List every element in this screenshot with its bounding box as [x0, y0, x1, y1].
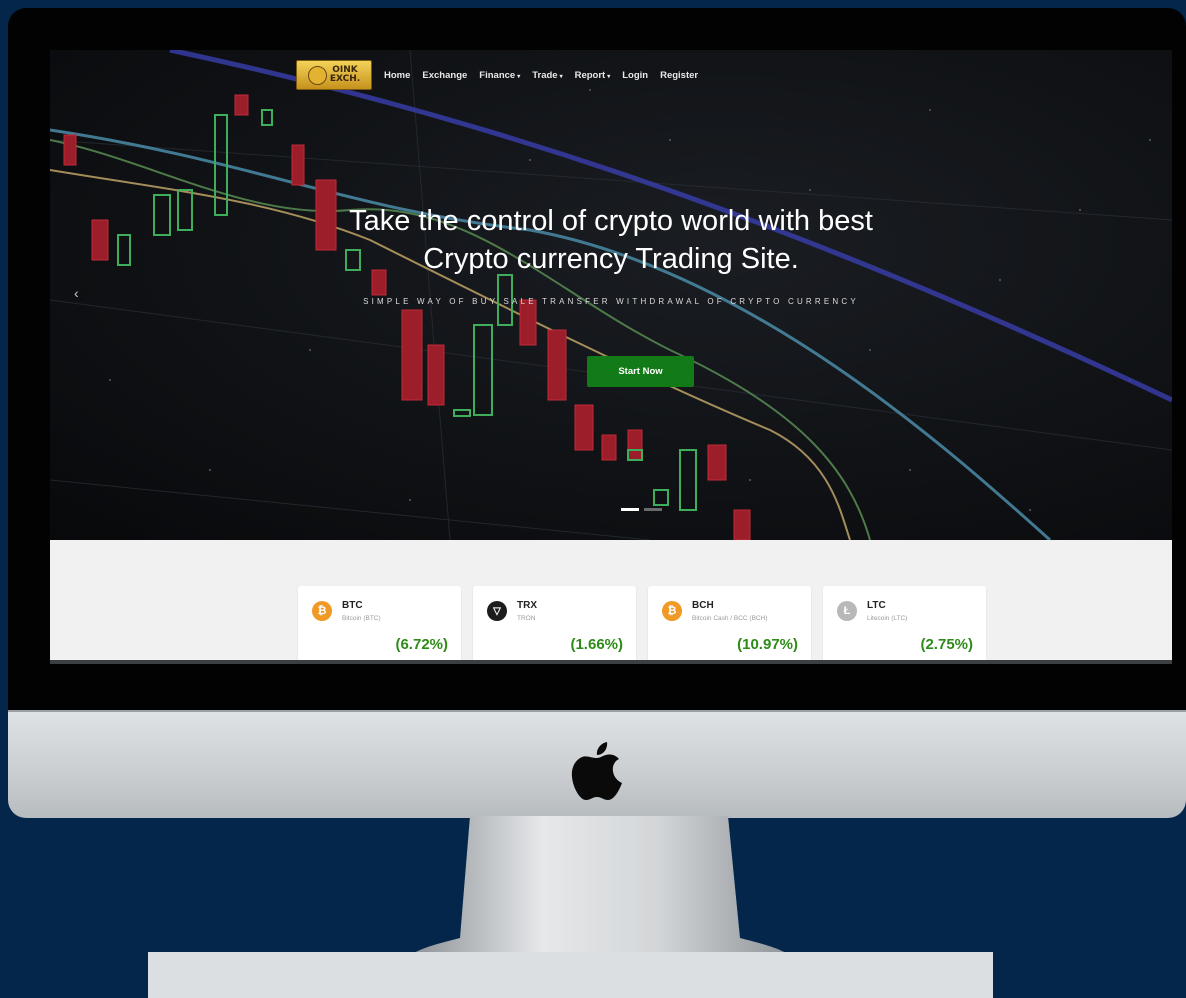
ticker-name: Bitcoin Cash / BCC (BCH) [692, 615, 768, 622]
hero-headline-line1: Take the control of crypto world with be… [349, 205, 873, 237]
nav-login[interactable]: Login [622, 70, 648, 81]
litecoin-icon: Ł [837, 601, 857, 621]
hero-headline: Take the control of crypto world with be… [50, 202, 1172, 278]
nav-finance-dropdown[interactable]: Finance ▾ [479, 70, 520, 81]
grid-lines [50, 50, 1172, 540]
ticker-name: TRON [517, 615, 536, 622]
start-now-button[interactable]: Start Now [587, 356, 694, 387]
candles-red [63, 94, 751, 540]
candlestick-background [50, 50, 1172, 540]
ticker-card-trx[interactable]: ▽ TRX TRON (1.66%) [473, 586, 636, 663]
nav-report-dropdown[interactable]: Report ▾ [575, 70, 611, 81]
ticker-change: (1.66%) [570, 636, 623, 653]
logo-text: OINK EXCH. [329, 65, 361, 84]
chevron-down-icon: ▾ [517, 73, 521, 80]
chevron-down-icon: ▾ [607, 73, 611, 80]
coin-logo-icon [307, 65, 327, 85]
hero-headline-line2: Crypto currency Trading Site. [423, 243, 799, 275]
ticker-cards: ₿ BTC Bitcoin (BTC) (6.72%) ▽ TRX TRON (… [298, 586, 986, 663]
monitor-base [148, 952, 993, 998]
ticker-name: Bitcoin (BTC) [342, 615, 381, 622]
ticker-card-btc[interactable]: ₿ BTC Bitcoin (BTC) (6.72%) [298, 586, 461, 663]
ticker-symbol: TRX [517, 600, 537, 611]
site-logo[interactable]: OINK EXCH. [296, 60, 372, 90]
screen-edge [50, 660, 1172, 664]
monitor-stand [410, 816, 790, 956]
ticker-change: (2.75%) [920, 636, 973, 653]
ticker-card-bch[interactable]: ₿ BCH Bitcoin Cash / BCC (BCH) (10.97%) [648, 586, 811, 663]
bitcoin-icon: ₿ [312, 601, 332, 621]
nav-finance-label: Finance [479, 69, 516, 81]
slider-indicators [621, 508, 662, 511]
bitcoin-cash-icon: ₿ [662, 601, 682, 621]
hero-subline: SIMPLE WAY OF BUY SALE TRANSFER WITHDRAW… [363, 297, 859, 306]
ticker-change: (10.97%) [737, 636, 798, 653]
apple-logo-icon [571, 742, 622, 800]
nav-register[interactable]: Register [660, 70, 698, 81]
chevron-down-icon: ▾ [559, 73, 563, 80]
nav-exchange[interactable]: Exchange [422, 70, 467, 81]
main-nav: OINK EXCH. Home Exchange Finance ▾ Trade ▾ … [296, 60, 698, 90]
browser-screen: OINK EXCH. Home Exchange Finance ▾ Trade ▾ … [50, 50, 1172, 663]
ticker-symbol: LTC [867, 600, 886, 611]
slide-indicator-1[interactable] [621, 508, 639, 511]
ticker-symbol: BTC [342, 600, 363, 611]
ticker-name: Litecoin (LTC) [867, 615, 908, 622]
hero-slider: OINK EXCH. Home Exchange Finance ▾ Trade ▾ … [50, 50, 1172, 540]
slide-indicator-2[interactable] [644, 508, 662, 511]
nav-trade-label: Trade [532, 69, 558, 81]
monitor-chin [8, 710, 1186, 818]
tron-icon: ▽ [487, 601, 507, 621]
ticker-change: (6.72%) [395, 636, 448, 653]
ticker-symbol: BCH [692, 600, 714, 611]
nav-report-label: Report [574, 69, 606, 81]
moving-average-green [50, 139, 871, 540]
nav-trade-dropdown[interactable]: Trade ▾ [532, 70, 562, 81]
ticker-card-ltc[interactable]: Ł LTC Litecoin (LTC) (2.75%) [823, 586, 986, 663]
nav-home[interactable]: Home [384, 70, 410, 81]
